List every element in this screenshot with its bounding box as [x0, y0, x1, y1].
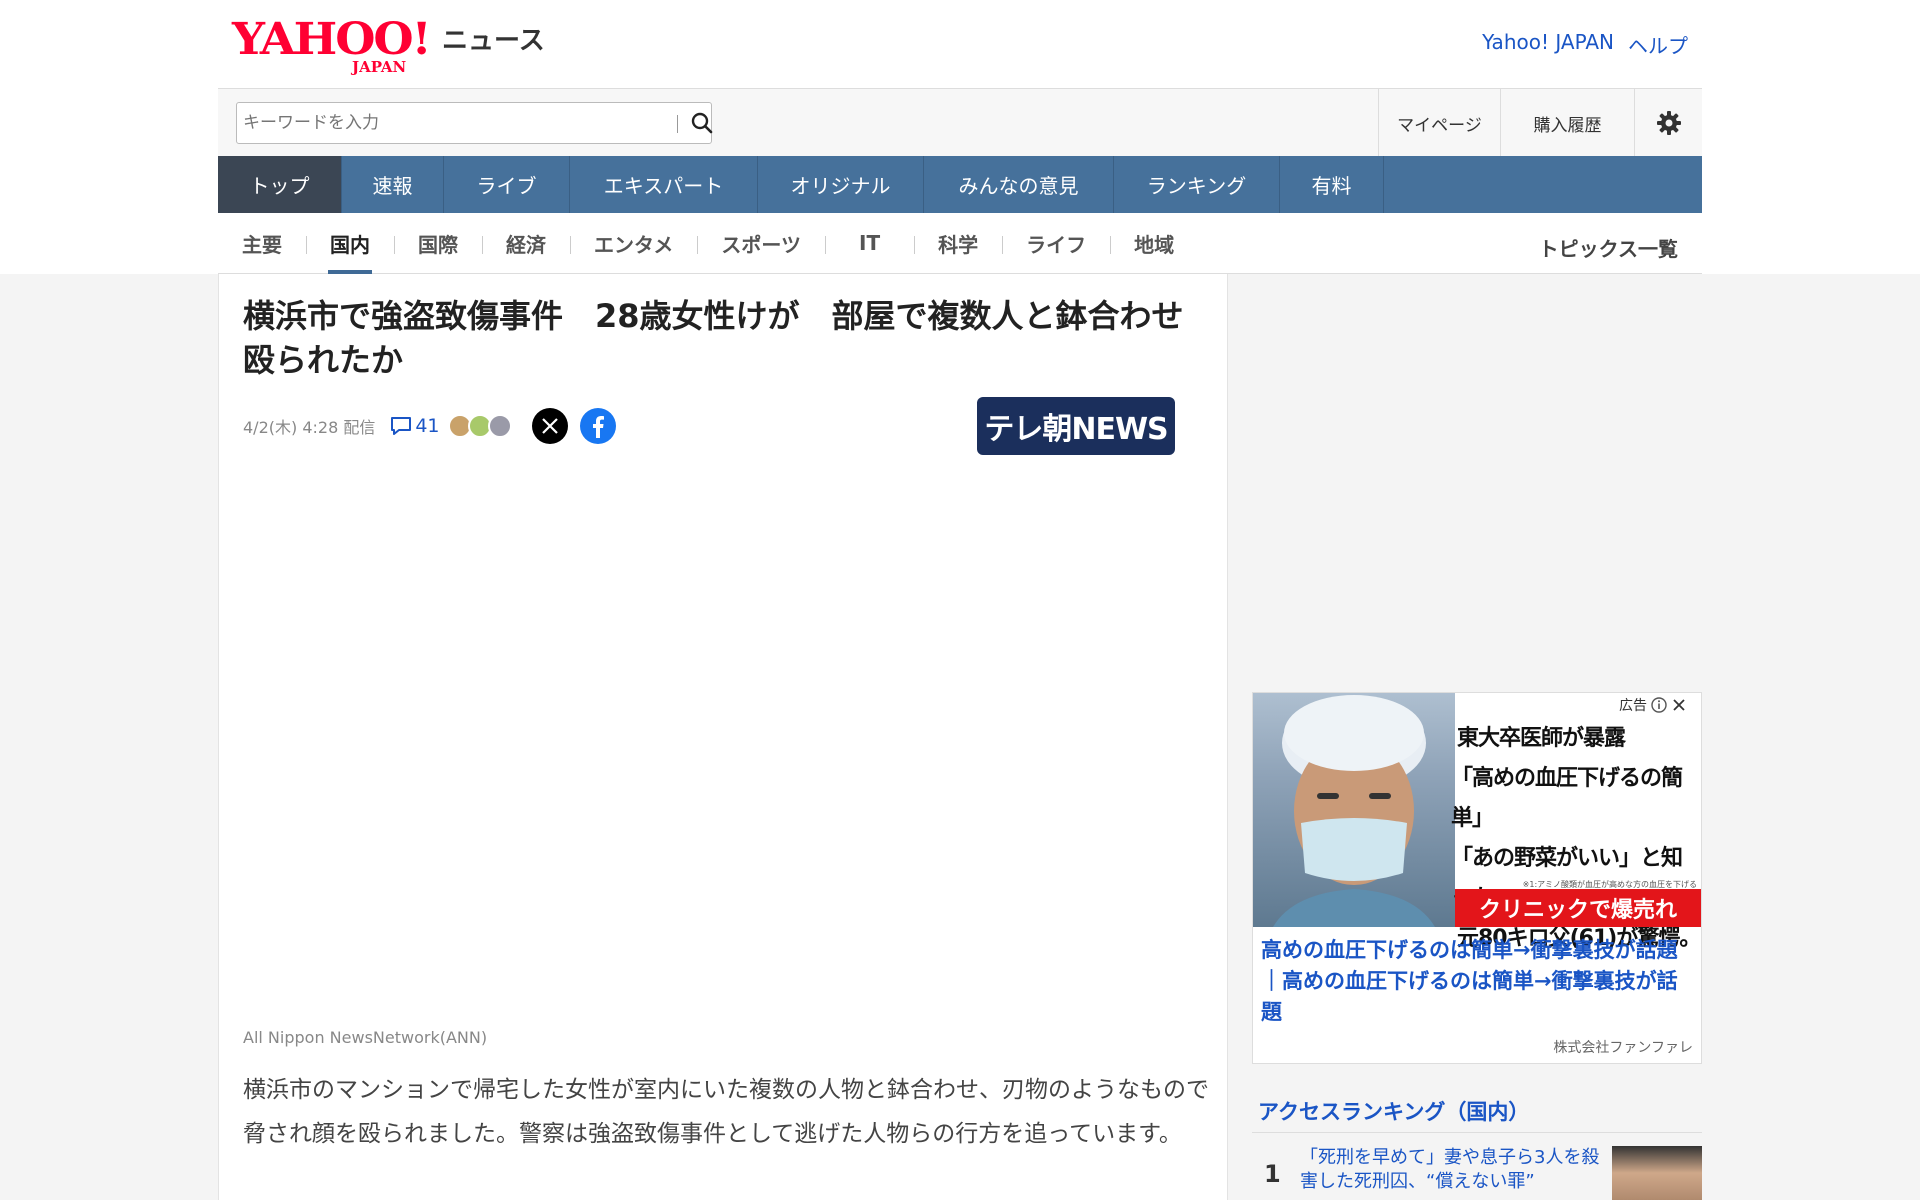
ad-image [1253, 693, 1455, 927]
ranking-number: 1 [1264, 1160, 1281, 1188]
subnav-local[interactable]: 地域 [1110, 213, 1198, 274]
video-player[interactable] [243, 474, 1205, 1014]
yahoo-logo[interactable]: YAHOO! JAPAN [232, 14, 442, 76]
settings-button[interactable] [1634, 89, 1702, 157]
header-links: Yahoo! JAPAN ヘルプ [1482, 30, 1688, 59]
x-logo-icon [541, 418, 558, 434]
help-link[interactable]: ヘルプ [1628, 30, 1688, 59]
close-icon[interactable] [1671, 697, 1687, 713]
publish-date: 4/2(木) 4:28 配信 [243, 418, 376, 437]
reaction-face-icon [487, 414, 512, 438]
comment-icon [391, 417, 412, 435]
ranking-thumbnail [1612, 1146, 1702, 1200]
purchase-history-link[interactable]: 購入履歴 [1500, 89, 1634, 157]
search-row: マイページ 購入履歴 [218, 88, 1702, 157]
search-box [236, 102, 713, 144]
reaction-faces[interactable] [447, 414, 512, 438]
ad-link[interactable]: 高めの血圧下げるのは簡単→衝撃裏技が話題｜高めの血圧下げるのは簡単→衝撃裏技が話… [1261, 935, 1697, 1028]
search-button[interactable] [687, 107, 717, 139]
yahoo-japan-link[interactable]: Yahoo! JAPAN [1482, 30, 1614, 59]
nav-breaking[interactable]: 速報 [342, 156, 444, 213]
primary-nav: トップ 速報 ライブ エキスパート オリジナル みんなの意見 ランキング 有料 [218, 156, 1702, 213]
article-title: 横浜市で強盗致傷事件 28歳女性けが 部屋で複数人と鉢合わせ殴られたか [243, 297, 1184, 379]
ranking-headline: 「死刑を早めて」妻や息子ら3人を殺害した死刑囚、“償えない罪” [1300, 1147, 1600, 1192]
news-label[interactable]: ニュース [442, 20, 545, 57]
ranking-title[interactable]: アクセスランキング（国内） [1258, 1096, 1529, 1126]
logo-subtext: JAPAN [352, 58, 407, 76]
article-meta: 4/2(木) 4:28 配信 41 [243, 406, 616, 446]
subnav-main[interactable]: 主要 [218, 213, 306, 274]
subnav-sports[interactable]: スポーツ [697, 213, 825, 274]
comment-count: 41 [415, 415, 440, 437]
info-icon[interactable] [1651, 697, 1667, 713]
doctor-photo [1273, 695, 1435, 927]
nav-ranking[interactable]: ランキング [1114, 156, 1280, 213]
ad-card[interactable]: 広告 東大卒医師が暴露 「高めの血圧下げるの簡単」 「あの野菜がいい」と知った … [1252, 692, 1702, 1064]
ad-red-banner: クリニックで爆売れ [1455, 889, 1701, 927]
secondary-nav: 主要 国内 国際 経済 エンタメ スポーツ IT 科学 ライフ 地域 トピックス… [218, 213, 1702, 274]
gear-icon [1656, 111, 1681, 135]
source-logo[interactable]: テレ朝NEWS [977, 397, 1175, 455]
nav-original[interactable]: オリジナル [758, 156, 924, 213]
comment-link[interactable]: 41 [389, 415, 440, 437]
subnav-economy[interactable]: 経済 [482, 213, 570, 274]
article: 横浜市で強盗致傷事件 28歳女性けが 部屋で複数人と鉢合わせ殴られたか 4/2(… [218, 274, 1228, 1200]
search-icon [691, 112, 713, 134]
sidebar: 広告 東大卒医師が暴露 「高めの血圧下げるの簡単」 「あの野菜がいい」と知った … [1228, 274, 1702, 1200]
subnav-entertainment[interactable]: エンタメ [570, 213, 697, 274]
subnav-it[interactable]: IT [825, 213, 914, 274]
share-facebook-button[interactable] [579, 408, 616, 444]
facebook-logo-icon [592, 416, 604, 438]
video-caption: All Nippon NewsNetwork(ANN) [243, 1028, 488, 1047]
search-input[interactable] [243, 109, 643, 137]
user-links: マイページ 購入履歴 [1378, 89, 1702, 157]
nav-live[interactable]: ライブ [444, 156, 570, 213]
subnav-science[interactable]: 科学 [914, 213, 1002, 274]
ranking-item[interactable]: 1 「死刑を早めて」妻や息子ら3人を殺害した死刑囚、“償えない罪” [1252, 1146, 1702, 1200]
article-body: 横浜市のマンションで帰宅した女性が室内にいた複数の人物と鉢合わせ、刃物のようなも… [243, 1077, 1209, 1147]
ad-headline-line: 「高めの血圧下げるの簡単」 [1451, 766, 1683, 831]
share-x-button[interactable] [531, 408, 568, 444]
nav-opinions[interactable]: みんなの意見 [924, 156, 1114, 213]
ranking-divider [1252, 1132, 1702, 1133]
ad-label-text: 広告 [1619, 698, 1647, 714]
search-separator [677, 115, 678, 133]
nav-expert[interactable]: エキスパート [570, 156, 758, 213]
nav-top[interactable]: トップ [218, 156, 342, 213]
ad-company: 株式会社ファンファレ [1553, 1040, 1693, 1056]
ad-headline-line: 東大卒医師が暴露 [1457, 726, 1626, 751]
mypage-link[interactable]: マイページ [1378, 89, 1500, 157]
ad-text-area: 広告 東大卒医師が暴露 「高めの血圧下げるの簡単」 「あの野菜がいい」と知った … [1451, 693, 1701, 951]
subnav-domestic[interactable]: 国内 [306, 213, 394, 274]
site-header: YAHOO! JAPAN ニュース Yahoo! JAPAN ヘルプ [218, 0, 1702, 88]
nav-paid[interactable]: 有料 [1280, 156, 1384, 213]
ad-label: 広告 [1619, 695, 1687, 715]
subnav-world[interactable]: 国際 [394, 213, 482, 274]
topics-list-link[interactable]: トピックス一覧 [1539, 233, 1678, 262]
subnav-life[interactable]: ライフ [1002, 213, 1110, 274]
